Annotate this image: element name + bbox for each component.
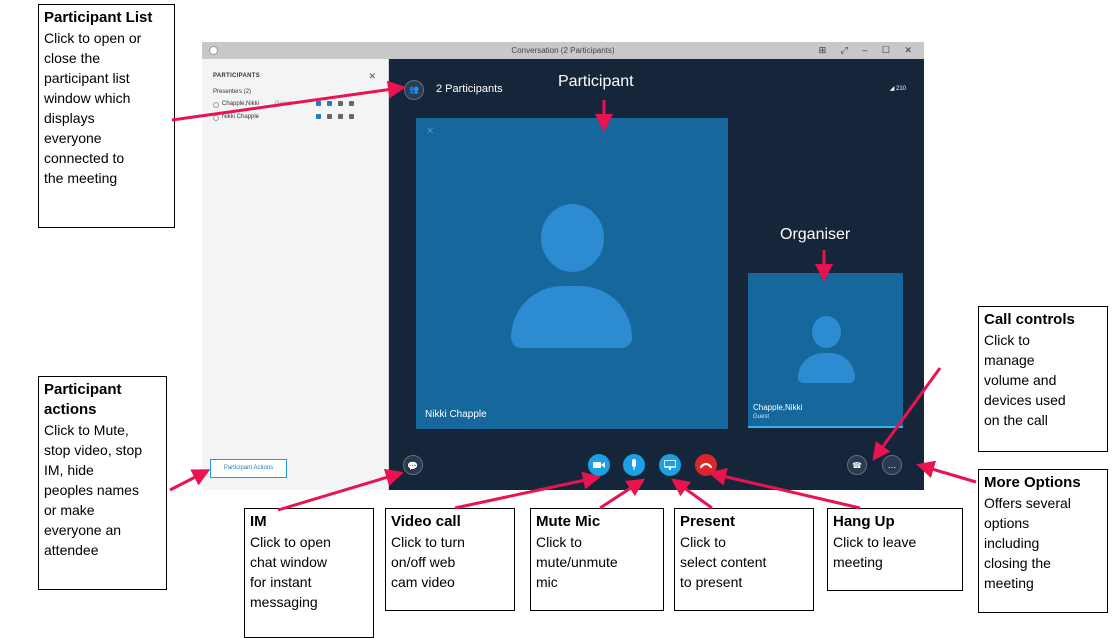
callout-title: Present [680,513,736,530]
self-video-tile: Chapple,Nikki Guest [748,273,903,428]
avatar-head [541,204,604,272]
phone-keypad-icon[interactable]: ☎ [847,455,867,475]
callout-title: IM [250,513,267,530]
close-icon[interactable]: ✕ [368,71,376,82]
participant-tag: Guest [275,101,292,107]
participants-count: 2 Participants [436,83,503,95]
self-video-name: Chapple,Nikki [753,403,803,412]
participant-media-icons [316,114,360,121]
callout-video-call: Video call Click to turn on/off web cam … [385,508,515,611]
chat-bubble-icon[interactable]: 💬 [403,455,423,475]
participant-row[interactable]: Nikki Chapple [213,114,378,126]
arrow-more-options [916,460,977,484]
callout-text: Click to manage volume and devices used … [984,332,1066,428]
callout-title: More Options [984,474,1081,491]
presenters-label: Presenters (2) [213,89,252,95]
participant-row[interactable]: Chapple,Nikki Guest [213,101,378,113]
callout-call-controls: Call controls Click to manage volume and… [978,306,1108,452]
status-icon [213,102,219,108]
participant-actions-button[interactable]: Participant Actions [210,459,287,478]
participant-name: Nikki Chapple [222,114,260,120]
monitor-icon[interactable] [659,454,681,476]
callout-title: Participant actions [44,381,122,418]
muted-mic-icon: ✕ [426,126,435,137]
people-icon[interactable]: 👥 [404,80,424,100]
callout-text: Click to open or close the participant l… [44,30,142,186]
callout-title: Participant List [44,9,153,26]
app-icon [209,46,218,55]
callout-im: IM Click to open chat window for instant… [244,508,374,638]
self-video-role: Guest [753,414,770,420]
callout-title: Mute Mic [536,513,601,530]
main-video-name: Nikki Chapple [425,409,487,420]
callout-hang-up: Hang Up Click to leave meeting [827,508,963,591]
arrow-participant-actions [169,469,211,492]
camera-icon[interactable] [588,454,610,476]
participant-name: Chapple,Nikki [222,101,260,107]
avatar-body [798,353,855,383]
participants-panel: PARTICIPANTS ✕ Presenters (2) Chapple,Ni… [202,59,389,490]
callout-text: Click to select content to present [680,534,767,590]
callout-mute-mic: Mute Mic Click to mute/unmute mic [530,508,664,611]
status-icon [213,115,219,121]
microphone-icon[interactable] [623,454,645,476]
callout-participant-list: Participant List Click to open or close … [38,4,175,228]
callout-more-options: More Options Offers several options incl… [978,469,1108,613]
callout-title: Hang Up [833,513,895,530]
avatar-head [812,316,841,348]
organiser-overlay-label: Organiser [780,226,851,243]
callout-text: Offers several options including closing… [984,495,1071,591]
callout-text: Click to Mute, stop video, stop IM, hide… [44,422,143,558]
callout-text: Click to open chat window for instant me… [250,534,331,610]
participant-media-icons [316,101,360,108]
callout-text: Click to turn on/off web cam video [391,534,465,590]
callout-text: Click to leave meeting [833,534,917,570]
callout-participant-actions: Participant actions Click to Mute, stop … [38,376,167,590]
callout-title: Call controls [984,311,1075,328]
conversation-window: Conversation (2 Participants) ⊞ ⤢ – ☐ ✕ … [202,42,924,490]
phone-hangup-icon[interactable] [695,454,717,476]
video-stage: 👥 2 Participants ◢ 210 ✕ Nikki Chapple C… [390,59,924,490]
participants-header: PARTICIPANTS [213,73,261,79]
callout-present: Present Click to select content to prese… [674,508,814,611]
callout-title: Video call [391,513,461,530]
title-bar: Conversation (2 Participants) ⊞ ⤢ – ☐ ✕ [202,42,924,59]
callout-text: Click to mute/unmute mic [536,534,618,590]
avatar-body [511,286,632,348]
ellipsis-icon[interactable]: … [882,455,902,475]
window-controls[interactable]: ⊞ ⤢ – ☐ ✕ [819,42,918,59]
window-title: Conversation (2 Participants) [511,46,615,55]
main-video-tile: ✕ Nikki Chapple [416,118,728,429]
participant-overlay-label: Participant [558,73,634,90]
signal-indicator: ◢ 210 [889,86,906,92]
